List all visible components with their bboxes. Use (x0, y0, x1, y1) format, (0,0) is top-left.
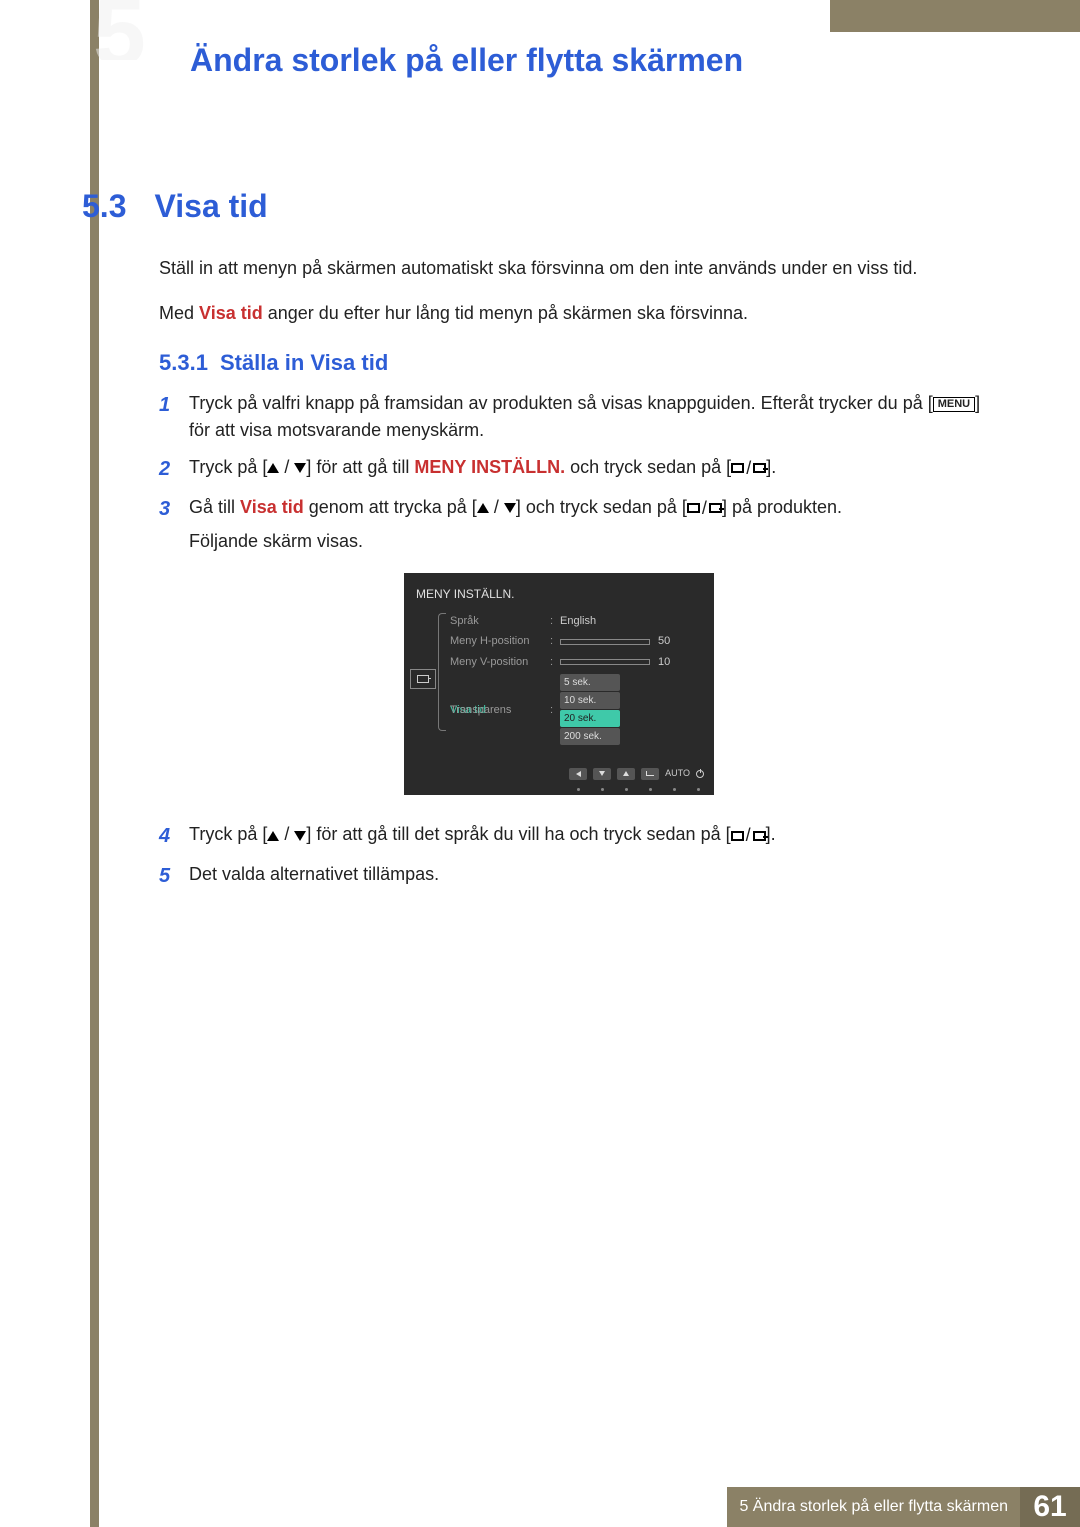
intro-paragraph-1: Ställ in att menyn på skärmen automatisk… (159, 255, 989, 282)
steps-list: 1 Tryck på valfri knapp på framsidan av … (159, 390, 989, 901)
step-number: 1 (159, 390, 189, 444)
osd-value: 10 (658, 654, 670, 671)
step-body: Tryck på [ / ] för att gå till MENY INST… (189, 454, 989, 484)
osd-option: 10 sek. (560, 692, 620, 709)
arrow-down-icon (504, 503, 516, 513)
footer-page-number: 61 (1020, 1487, 1080, 1527)
top-bar (830, 0, 1080, 32)
osd-option: 5 sek. (560, 674, 620, 691)
osd-label: Meny V-position (450, 654, 550, 671)
chapter-number-bg: 5 (93, 0, 158, 60)
subsection-heading: 5.3.1 Ställa in Visa tid (159, 350, 388, 376)
osd-screenshot: MENY INSTÄLLN. Språk : English Meny H-po… (404, 573, 714, 796)
osd-nav-auto: AUTO (665, 767, 690, 781)
osd-option: 200 sek. (560, 728, 620, 745)
osd-body: Språk : English Meny H-position : 50 Men… (404, 611, 714, 761)
osd-row-vpos: Meny V-position : 10 (448, 652, 714, 673)
osd-nav-left-icon (569, 768, 587, 780)
footer-text: 5 Ändra storlek på eller flytta skärmen (727, 1487, 1020, 1527)
osd-label: Meny H-position (450, 633, 550, 650)
enter-button-icon: / (687, 495, 722, 522)
osd-label: Transparens (450, 702, 550, 719)
step-body: Tryck på [ / ] för att gå till det språk… (189, 821, 989, 851)
osd-nav-power-icon (696, 770, 704, 778)
arrow-down-icon (294, 463, 306, 473)
osd-slider (560, 639, 650, 645)
intro-text: Ställ in att menyn på skärmen automatisk… (159, 255, 989, 345)
osd-label: Språk (450, 613, 550, 630)
arrow-up-icon (267, 463, 279, 473)
osd-value: 50 (658, 633, 670, 650)
osd-nav-bar: AUTO (404, 761, 714, 789)
osd-nav-dots (404, 788, 714, 795)
osd-title: MENY INSTÄLLN. (404, 581, 714, 611)
footer: 5 Ändra storlek på eller flytta skärmen … (0, 1487, 1080, 1527)
step-5: 5 Det valda alternativet tillämpas. (159, 861, 989, 891)
step-number: 3 (159, 494, 189, 811)
footer-left-stripe (90, 1487, 99, 1527)
step-body: Det valda alternativet tillämpas. (189, 861, 989, 891)
arrow-up-icon (477, 503, 489, 513)
osd-dropdown-options: 5 sek. 10 sek. 20 sek. 200 sek. (560, 674, 620, 746)
step-2: 2 Tryck på [ / ] för att gå till MENY IN… (159, 454, 989, 484)
osd-row-language: Språk : English (448, 611, 714, 632)
step-body: Gå till Visa tid genom att trycka på [ /… (189, 494, 989, 811)
osd-option-selected: 20 sek. (560, 710, 620, 727)
term-visa-tid: Visa tid (240, 497, 304, 517)
osd-slider (560, 659, 650, 665)
osd-nav-enter-icon (641, 768, 659, 780)
step-body: Tryck på valfri knapp på framsidan av pr… (189, 390, 989, 444)
section-title: Visa tid (154, 188, 267, 224)
osd-side-icon (410, 669, 436, 689)
subsection-title: Ställa in Visa tid (220, 350, 388, 375)
step-1: 1 Tryck på valfri knapp på framsidan av … (159, 390, 989, 444)
step-number: 4 (159, 821, 189, 851)
osd-bracket (438, 613, 446, 731)
term-meny-installn: MENY INSTÄLLN. (414, 457, 565, 477)
intro-paragraph-2: Med Visa tid anger du efter hur lång tid… (159, 300, 989, 327)
step-4: 4 Tryck på [ / ] för att gå till det spr… (159, 821, 989, 851)
arrow-down-icon (294, 831, 306, 841)
section-number: 5.3 (82, 188, 126, 224)
menu-button-icon: MENU (933, 397, 975, 412)
step-3: 3 Gå till Visa tid genom att trycka på [… (159, 494, 989, 811)
osd-row-hpos: Meny H-position : 50 (448, 631, 714, 652)
osd-value: English (560, 613, 704, 630)
enter-button-icon: / (731, 455, 766, 482)
term-visa-tid: Visa tid (199, 303, 263, 323)
arrow-up-icon (267, 831, 279, 841)
section-heading: 5.3 Visa tid (82, 188, 268, 225)
subsection-number: 5.3.1 (159, 350, 208, 375)
step-number: 5 (159, 861, 189, 891)
enter-button-icon: / (731, 822, 766, 849)
osd-nav-up-icon (617, 768, 635, 780)
osd-nav-down-icon (593, 768, 611, 780)
step-note: Följande skärm visas. (189, 528, 989, 555)
step-number: 2 (159, 454, 189, 484)
chapter-title: Ändra storlek på eller flytta skärmen (190, 42, 743, 79)
